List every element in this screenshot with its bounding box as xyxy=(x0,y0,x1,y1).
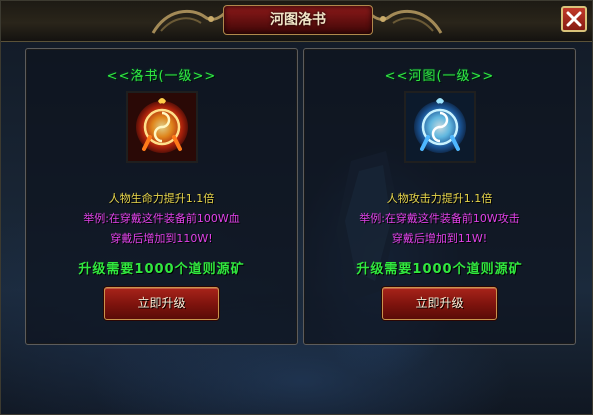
right-dragon-ornament-icon xyxy=(365,9,443,34)
window-titlebar[interactable]: 河图洛书 xyxy=(1,1,592,42)
hetu-panel: <<河图(一级>> 人物攻击力提升1.1倍 举例:在穿戴这件装备前10W攻击 穿… xyxy=(303,48,576,345)
hetu-luoshu-window: 河图洛书 <<洛书(一级>> 人物生命力提升1.1倍 举例:在穿戴这件装备前10… xyxy=(0,0,593,415)
luoshu-item-slot[interactable] xyxy=(126,91,198,163)
upgrade-requirement: 升级需要1000个道则源矿 xyxy=(356,262,523,277)
window-title: 河图洛书 xyxy=(223,5,373,35)
upgrade-requirement: 升级需要1000个道则源矿 xyxy=(78,262,245,277)
luoshu-panel: <<洛书(一级>> 人物生命力提升1.1倍 举例:在穿戴这件装备前100W血 穿… xyxy=(25,48,298,345)
example-result-text: 穿戴后增加到11W! xyxy=(391,232,488,245)
example-text: 举例:在穿戴这件装备前100W血 xyxy=(83,212,240,225)
effect-text: 人物攻击力提升1.1倍 xyxy=(386,192,493,205)
panel-title: <<洛书(一级>> xyxy=(106,69,217,84)
example-result-text: 穿戴后增加到110W! xyxy=(110,232,213,245)
luoshu-fire-emblem-icon xyxy=(128,93,196,161)
upgrade-button-hetu[interactable]: 立即升级 xyxy=(382,287,497,320)
hetu-item-slot[interactable] xyxy=(404,91,476,163)
upgrade-button-luoshu[interactable]: 立即升级 xyxy=(104,287,219,320)
hetu-ice-emblem-icon xyxy=(406,93,474,161)
example-text: 举例:在穿戴这件装备前10W攻击 xyxy=(359,212,520,225)
close-button[interactable] xyxy=(561,6,587,32)
panel-title: <<河图(一级>> xyxy=(384,69,495,84)
left-dragon-ornament-icon xyxy=(151,9,229,34)
effect-text: 人物生命力提升1.1倍 xyxy=(108,192,215,205)
close-x-icon xyxy=(566,11,582,27)
